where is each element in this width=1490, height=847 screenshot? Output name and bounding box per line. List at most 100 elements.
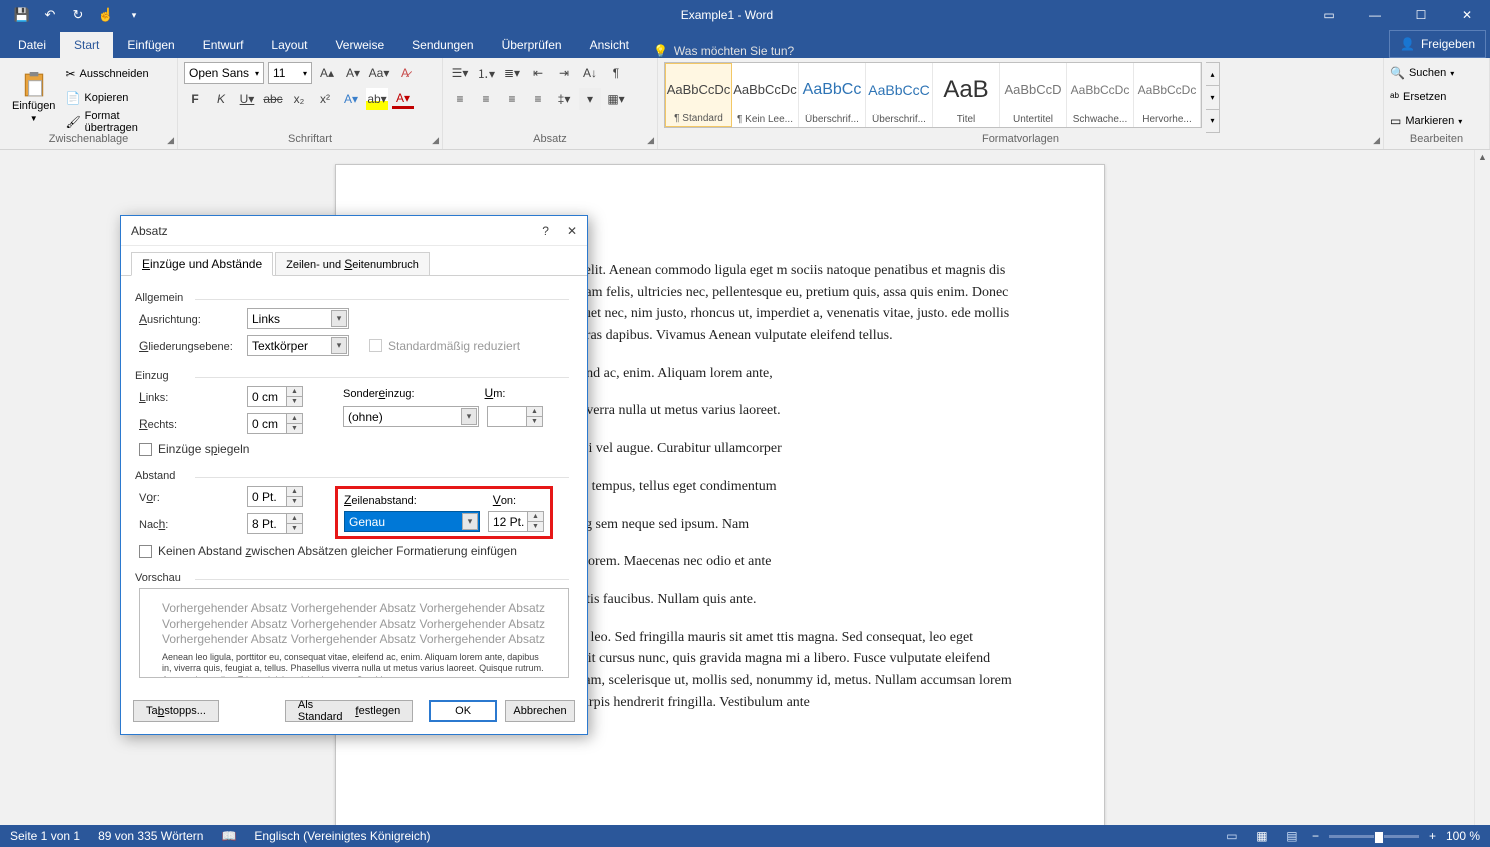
page-indicator[interactable]: Seite 1 von 1 [10, 829, 80, 843]
style-item[interactable]: AaBbCcDUntertitel [1000, 63, 1067, 127]
language-indicator[interactable]: Englisch (Vereinigtes Königreich) [254, 829, 430, 843]
proofing-icon[interactable]: 📖 [221, 829, 236, 843]
print-layout-icon[interactable]: ▦ [1252, 827, 1272, 845]
tell-me-search[interactable]: 💡Was möchten Sie tun? [653, 44, 794, 58]
indent-by-spinner[interactable]: ▲▼ [487, 406, 543, 427]
qat-redo-icon[interactable]: ↻ [64, 1, 92, 29]
decrease-indent-button[interactable]: ⇤ [527, 62, 549, 84]
style-item[interactable]: AaBbCcÜberschrif... [799, 63, 866, 127]
multilevel-button[interactable]: ≣▾ [501, 62, 523, 84]
styles-scroll-up[interactable]: ▴ [1206, 63, 1219, 85]
special-indent-dropdown[interactable]: (ohne)▾ [343, 406, 479, 427]
qat-touch-icon[interactable]: ☝ [92, 1, 120, 29]
cancel-button[interactable]: Abbrechen [505, 700, 575, 722]
zoom-level[interactable]: 100 % [1446, 829, 1480, 843]
tab-insert[interactable]: Einfügen [113, 32, 188, 58]
style-item[interactable]: AaBbCcDc¶ Kein Lee... [732, 63, 799, 127]
zoom-in-icon[interactable]: + [1429, 829, 1436, 843]
change-case-button[interactable]: Aa▾ [368, 62, 390, 84]
subscript-button[interactable]: x₂ [288, 88, 310, 110]
qat-undo-icon[interactable]: ↶ [36, 1, 64, 29]
highlight-button[interactable]: ab▾ [366, 88, 388, 110]
styles-gallery[interactable]: AaBbCcDc¶ StandardAaBbCcDc¶ Kein Lee...A… [664, 62, 1202, 128]
outline-dropdown[interactable]: Textkörper▾ [247, 335, 349, 356]
space-before-spinner[interactable]: 0 Pt.▲▼ [247, 486, 303, 507]
share-button[interactable]: 👤Freigeben [1389, 30, 1486, 58]
replace-button[interactable]: ᵃᵇErsetzen [1390, 86, 1462, 108]
help-icon[interactable]: ? [542, 224, 549, 238]
zoom-out-icon[interactable]: − [1312, 829, 1319, 843]
ribbon-display-icon[interactable]: ▭ [1306, 0, 1352, 30]
font-name-combo[interactable]: Open Sans▾ [184, 62, 264, 84]
align-left-button[interactable]: ≡ [449, 88, 471, 110]
grow-font-button[interactable]: A▴ [316, 62, 338, 84]
paragraph-launcher-icon[interactable]: ◢ [647, 135, 654, 146]
align-center-button[interactable]: ≡ [475, 88, 497, 110]
tab-view[interactable]: Ansicht [576, 32, 643, 58]
styles-launcher-icon[interactable]: ◢ [1373, 135, 1380, 146]
qat-customize-icon[interactable]: ▾ [120, 1, 148, 29]
shrink-font-button[interactable]: A▾ [342, 62, 364, 84]
style-item[interactable]: AaBbCcDc¶ Standard [665, 63, 732, 127]
indent-left-spinner[interactable]: 0 cm▲▼ [247, 386, 303, 407]
style-item[interactable]: AaBbCcCÜberschrif... [866, 63, 933, 127]
read-mode-icon[interactable]: ▭ [1222, 827, 1242, 845]
vertical-scrollbar[interactable]: ▲ [1474, 150, 1490, 825]
mirror-indent-checkbox[interactable] [139, 443, 152, 456]
tab-review[interactable]: Überprüfen [488, 32, 576, 58]
find-button[interactable]: 🔍Suchen▾ [1390, 62, 1462, 84]
line-spacing-button[interactable]: ‡▾ [553, 88, 575, 110]
clipboard-launcher-icon[interactable]: ◢ [167, 135, 174, 146]
web-layout-icon[interactable]: ▤ [1282, 827, 1302, 845]
clear-format-button[interactable]: A̷ [394, 62, 416, 84]
style-item[interactable]: AaBbCcDcHervorhe... [1134, 63, 1201, 127]
shading-button[interactable]: ▾ [579, 88, 601, 110]
tabstops-button[interactable]: Tabstopps... [133, 700, 219, 722]
space-after-spinner[interactable]: 8 Pt.▲▼ [247, 513, 303, 534]
tab-design[interactable]: Entwurf [189, 32, 258, 58]
line-spacing-dropdown[interactable]: Genau▾ [344, 511, 480, 532]
minimize-icon[interactable]: — [1352, 0, 1398, 30]
underline-button[interactable]: U▾ [236, 88, 258, 110]
font-launcher-icon[interactable]: ◢ [432, 135, 439, 146]
styles-more[interactable]: ▾ [1206, 109, 1219, 132]
select-button[interactable]: ▭Markieren▾ [1390, 110, 1462, 132]
numbering-button[interactable]: ⒈▾ [475, 62, 497, 84]
superscript-button[interactable]: x² [314, 88, 336, 110]
font-color-button[interactable]: A▾ [392, 90, 414, 109]
justify-button[interactable]: ≡ [527, 88, 549, 110]
tab-home[interactable]: Start [60, 32, 113, 58]
tab-mailings[interactable]: Sendungen [398, 32, 487, 58]
maximize-icon[interactable]: ☐ [1398, 0, 1444, 30]
tab-file[interactable]: Datei [4, 32, 60, 58]
line-spacing-at-spinner[interactable]: 12 Pt.▲▼ [488, 511, 544, 532]
ok-button[interactable]: OK [429, 700, 497, 722]
text-effects-button[interactable]: A▾ [340, 88, 362, 110]
bold-button[interactable]: F [184, 88, 206, 110]
qat-save-icon[interactable]: 💾 [8, 1, 36, 29]
zoom-slider[interactable] [1329, 835, 1419, 838]
style-item[interactable]: AaBbCcDcSchwache... [1067, 63, 1134, 127]
italic-button[interactable]: K [210, 88, 232, 110]
paste-button[interactable]: Einfügen ▼ [6, 62, 61, 133]
indent-right-spinner[interactable]: 0 cm▲▼ [247, 413, 303, 434]
sort-button[interactable]: A↓ [579, 62, 601, 84]
cut-button[interactable]: ✂Ausschneiden [65, 63, 171, 85]
close-icon[interactable]: ✕ [567, 224, 577, 238]
increase-indent-button[interactable]: ⇥ [553, 62, 575, 84]
format-painter-button[interactable]: 🖌Format übertragen [65, 111, 171, 133]
copy-button[interactable]: 📄Kopieren [65, 87, 171, 109]
strike-button[interactable]: abc [262, 88, 284, 110]
tab-layout[interactable]: Layout [257, 32, 321, 58]
dialog-tab-indent[interactable]: Einzüge und Abstände [131, 252, 273, 276]
set-default-button[interactable]: Als Standard festlegen [285, 700, 413, 722]
tab-references[interactable]: Verweise [321, 32, 398, 58]
alignment-dropdown[interactable]: Links▾ [247, 308, 349, 329]
styles-scroll-down[interactable]: ▾ [1206, 85, 1219, 108]
close-icon[interactable]: ✕ [1444, 0, 1490, 30]
word-count[interactable]: 89 von 335 Wörtern [98, 829, 203, 843]
dialog-tab-breaks[interactable]: Zeilen- und Seitenumbruch [275, 252, 430, 275]
show-marks-button[interactable]: ¶ [605, 62, 627, 84]
borders-button[interactable]: ▦▾ [605, 88, 627, 110]
font-size-combo[interactable]: 11▾ [268, 62, 312, 84]
